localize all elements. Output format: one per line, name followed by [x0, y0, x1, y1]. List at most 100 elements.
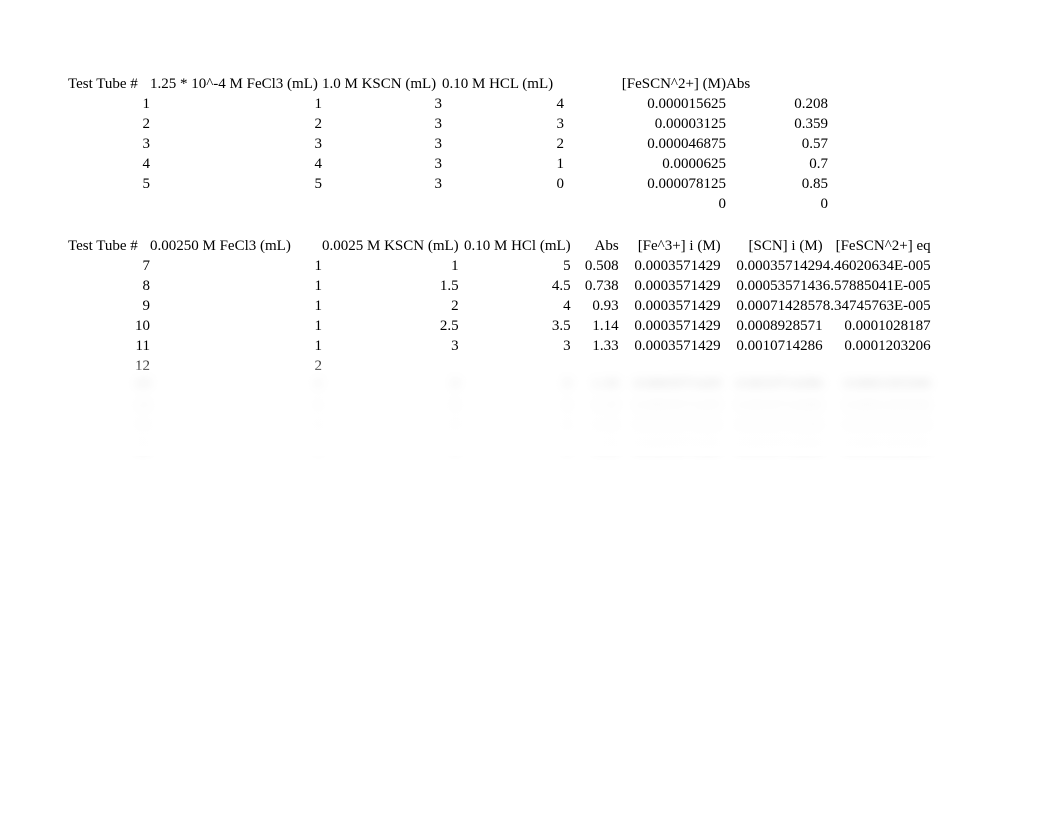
cell: 1: [442, 154, 564, 174]
cell: 0: [564, 194, 726, 214]
cell: 5: [150, 174, 322, 194]
cell: 0.0008928571: [721, 316, 823, 336]
cell: 0.208: [726, 94, 828, 114]
cell: 10: [68, 316, 150, 336]
cell: [442, 194, 564, 214]
cell: 2: [150, 356, 322, 376]
table-row: 111331.330.00035714290.00107142860.00012…: [68, 336, 931, 356]
cell: 3: [459, 416, 571, 436]
cell: 2: [68, 114, 150, 134]
cell: 3: [322, 134, 442, 154]
cell: 3: [150, 134, 322, 154]
cell: 0.57: [726, 134, 828, 154]
cell: 0.508: [571, 256, 619, 276]
cell: 13: [68, 376, 150, 396]
cell: 1.33: [571, 436, 619, 456]
cell: 1.5: [322, 276, 459, 296]
cell: 0.00003125: [564, 114, 726, 134]
cell: 0.0003571429: [619, 416, 721, 436]
cell: 1: [150, 94, 322, 114]
cell: 3: [459, 436, 571, 456]
equilibrium-table: Test Tube # 0.00250 M FeCl3 (mL) 0.0025 …: [68, 236, 931, 456]
cell: 8.34745763E-005: [823, 296, 931, 316]
table-row: 811.54.50.7380.00035714290.00053571436.5…: [68, 276, 931, 296]
cell: [150, 194, 322, 214]
cell: 0.0003571429: [619, 336, 721, 356]
col-header: 1.25 * 10^-4 M FeCl3 (mL): [150, 74, 322, 94]
cell: 3: [322, 396, 459, 416]
cell: 1: [150, 376, 322, 396]
cell: 4: [442, 94, 564, 114]
cell: 0.0001203206: [823, 336, 931, 356]
col-header: 0.0025 M KSCN (mL): [322, 236, 459, 256]
cell: [322, 356, 459, 376]
cell: 8: [68, 276, 150, 296]
table-row: 122: [68, 356, 931, 376]
cell: 1: [150, 396, 322, 416]
cell: 1: [150, 336, 322, 356]
cell: 0: [726, 194, 828, 214]
cell: 0.0003571429: [721, 256, 823, 276]
col-header: 1.0 M KSCN (mL): [322, 74, 442, 94]
cell: 0.0001203206: [823, 436, 931, 456]
cell: 1: [150, 416, 322, 436]
col-header: Test Tube #: [68, 74, 150, 94]
cell: [571, 356, 619, 376]
cell: 1: [150, 296, 322, 316]
cell: [721, 356, 823, 376]
cell: 0.0003571429: [619, 256, 721, 276]
cell: 1: [150, 316, 322, 336]
cell: [619, 356, 721, 376]
col-header: Test Tube #: [68, 236, 150, 256]
cell: 3: [322, 376, 459, 396]
cell: 0.0000625: [564, 154, 726, 174]
table-row: 22330.000031250.359: [68, 114, 828, 134]
cell: 1.14: [571, 316, 619, 336]
col-header: [Fe^3+] i (M): [619, 236, 721, 256]
cell: 1: [150, 256, 322, 276]
table-row: 151331.330.00035714290.00107142860.00012…: [68, 416, 931, 436]
col-header: 0.10 M HCL (mL): [442, 74, 564, 94]
cell: 16: [68, 436, 150, 456]
col-header: 0.10 M HCl (mL): [459, 236, 571, 256]
table-header-row: Test Tube # 0.00250 M FeCl3 (mL) 0.0025 …: [68, 236, 931, 256]
cell: 3: [322, 436, 459, 456]
cell: 0.000078125: [564, 174, 726, 194]
table-row: 71150.5080.00035714290.00035714294.46020…: [68, 256, 931, 276]
table-row: 00: [68, 194, 828, 214]
cell: 5: [68, 174, 150, 194]
table-row: 1012.53.51.140.00035714290.00089285710.0…: [68, 316, 931, 336]
col-header: [FeSCN^2+] eq: [823, 236, 931, 256]
cell: 3: [68, 134, 150, 154]
cell: 0.359: [726, 114, 828, 134]
cell: 0.0010714286: [721, 376, 823, 396]
cell: 5: [459, 256, 571, 276]
cell: [68, 194, 150, 214]
cell: 6.57885041E-005: [823, 276, 931, 296]
cell: 0.0001028187: [823, 316, 931, 336]
cell: 15: [68, 416, 150, 436]
table-row: 91240.930.00035714290.00071428578.347457…: [68, 296, 931, 316]
calibration-table: Test Tube # 1.25 * 10^-4 M FeCl3 (mL) 1.…: [68, 74, 828, 214]
cell: 0.0010714286: [721, 416, 823, 436]
cell: 12: [68, 356, 150, 376]
cell: 0.0001203206: [823, 416, 931, 436]
cell: 0.0010714286: [721, 396, 823, 416]
cell: 0.0003571429: [619, 276, 721, 296]
table-row: 55300.0000781250.85: [68, 174, 828, 194]
cell: 1.33: [571, 416, 619, 436]
col-header: Abs: [726, 74, 828, 94]
cell: 2.5: [322, 316, 459, 336]
cell: 0.0010714286: [721, 336, 823, 356]
cell: 3: [322, 174, 442, 194]
cell: 3: [322, 114, 442, 134]
cell: 3: [322, 154, 442, 174]
cell: 3: [322, 336, 459, 356]
table-header-row: Test Tube # 1.25 * 10^-4 M FeCl3 (mL) 1.…: [68, 74, 828, 94]
cell: 1: [68, 94, 150, 114]
col-header: Abs: [571, 236, 619, 256]
table-row: 33320.0000468750.57: [68, 134, 828, 154]
table-row: 141331.330.00035714290.00107142860.00012…: [68, 396, 931, 416]
table-row: 161331.330.00035714290.00107142860.00012…: [68, 436, 931, 456]
cell: 0.0001203206: [823, 376, 931, 396]
